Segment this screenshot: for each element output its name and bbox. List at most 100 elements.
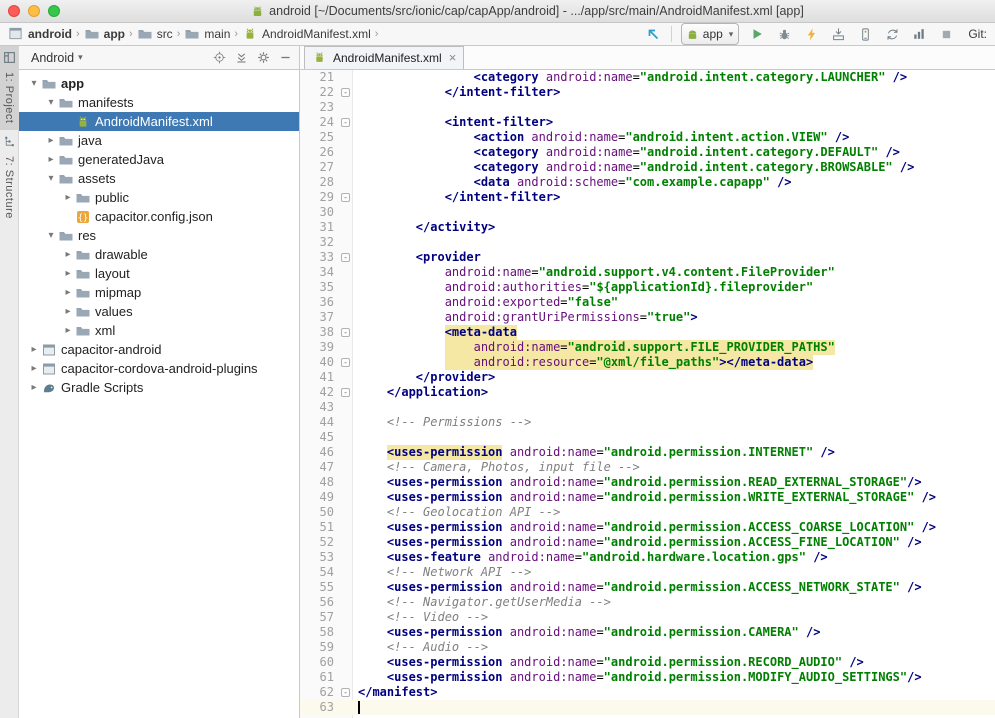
code-line-40[interactable]: 40- android:resource="@xml/file_paths"><… xyxy=(300,355,995,370)
tree-item-capacitor-cordova-android-plugins[interactable]: ▸capacitor-cordova-android-plugins xyxy=(19,359,299,378)
fold-marker-icon[interactable]: - xyxy=(339,85,352,100)
tree-item-capacitor-config-json[interactable]: {}capacitor.config.json xyxy=(19,207,299,226)
tree-item-xml[interactable]: ▸xml xyxy=(19,321,299,340)
tree-item-drawable[interactable]: ▸drawable xyxy=(19,245,299,264)
breadcrumb-item-androidmanifest-xml[interactable]: AndroidManifest.xml xyxy=(242,26,371,42)
code-line-38[interactable]: 38- <meta-data xyxy=(300,325,995,340)
chevron-down-icon[interactable]: ▾ xyxy=(44,230,58,241)
code-line-39[interactable]: 39 android:name="android.support.FILE_PR… xyxy=(300,340,995,355)
chevron-right-icon[interactable]: ▸ xyxy=(44,154,58,165)
code-line-42[interactable]: 42- </application> xyxy=(300,385,995,400)
git-branch-label[interactable]: Git: xyxy=(968,27,987,41)
code-line-52[interactable]: 52 <uses-permission android:name="androi… xyxy=(300,535,995,550)
code-editor[interactable]: 21 <category android:name="android.inten… xyxy=(300,70,995,718)
code-line-43[interactable]: 43 xyxy=(300,400,995,415)
select-opened-file-icon[interactable] xyxy=(212,50,227,65)
tree-item-app[interactable]: ▾app xyxy=(19,74,299,93)
code-line-51[interactable]: 51 <uses-permission android:name="androi… xyxy=(300,520,995,535)
code-line-59[interactable]: 59 <!-- Audio --> xyxy=(300,640,995,655)
chevron-right-icon[interactable]: ▸ xyxy=(27,382,41,393)
breadcrumb-item-app[interactable]: app xyxy=(84,26,125,42)
code-line-24[interactable]: 24- <intent-filter> xyxy=(300,115,995,130)
code-line-26[interactable]: 26 <category android:name="android.inten… xyxy=(300,145,995,160)
tree-item-capacitor-android[interactable]: ▸capacitor-android xyxy=(19,340,299,359)
tree-item-gradle-scripts[interactable]: ▸Gradle Scripts xyxy=(19,378,299,397)
close-tab-icon[interactable] xyxy=(449,52,457,64)
tool-window-button-7-structure[interactable]: 7: Structure xyxy=(0,130,18,226)
chevron-down-icon[interactable]: ▾ xyxy=(44,173,58,184)
chevron-down-icon[interactable]: ▾ xyxy=(27,78,41,89)
code-line-30[interactable]: 30 xyxy=(300,205,995,220)
tree-item-mipmap[interactable]: ▸mipmap xyxy=(19,283,299,302)
fold-marker-icon[interactable]: - xyxy=(339,190,352,205)
fold-marker-icon[interactable]: - xyxy=(339,385,352,400)
code-line-29[interactable]: 29- </intent-filter> xyxy=(300,190,995,205)
code-line-44[interactable]: 44 <!-- Permissions --> xyxy=(300,415,995,430)
avd-manager-icon[interactable] xyxy=(856,25,874,43)
run-button[interactable] xyxy=(748,25,766,43)
chevron-right-icon[interactable]: ▸ xyxy=(61,306,75,317)
tree-item-androidmanifest-xml[interactable]: AndroidManifest.xml xyxy=(19,112,299,131)
editor-tab[interactable]: AndroidManifest.xml xyxy=(304,46,464,69)
code-line-62[interactable]: 62-</manifest> xyxy=(300,685,995,700)
code-line-63[interactable]: 63 xyxy=(300,700,995,715)
fold-marker-icon[interactable]: - xyxy=(339,115,352,130)
chevron-right-icon[interactable]: ▸ xyxy=(61,325,75,336)
tree-item-layout[interactable]: ▸layout xyxy=(19,264,299,283)
hide-panel-icon[interactable] xyxy=(278,50,293,65)
chevron-right-icon[interactable]: ▸ xyxy=(61,249,75,260)
gear-icon[interactable] xyxy=(256,50,271,65)
code-line-54[interactable]: 54 <!-- Network API --> xyxy=(300,565,995,580)
back-arrow-icon[interactable] xyxy=(644,25,662,43)
code-line-23[interactable]: 23 xyxy=(300,100,995,115)
code-line-33[interactable]: 33- <provider xyxy=(300,250,995,265)
code-line-34[interactable]: 34 android:name="android.support.v4.cont… xyxy=(300,265,995,280)
code-line-60[interactable]: 60 <uses-permission android:name="androi… xyxy=(300,655,995,670)
code-line-21[interactable]: 21 <category android:name="android.inten… xyxy=(300,70,995,85)
zoom-window-button[interactable] xyxy=(48,5,60,17)
code-line-53[interactable]: 53 <uses-feature android:name="android.h… xyxy=(300,550,995,565)
run-config-select[interactable]: app ▾ xyxy=(681,23,740,45)
chevron-down-icon[interactable]: ▾ xyxy=(44,97,58,108)
code-line-31[interactable]: 31 </activity> xyxy=(300,220,995,235)
chevron-right-icon[interactable]: ▸ xyxy=(44,135,58,146)
code-line-28[interactable]: 28 <data android:scheme="com.example.cap… xyxy=(300,175,995,190)
code-line-55[interactable]: 55 <uses-permission android:name="androi… xyxy=(300,580,995,595)
code-line-56[interactable]: 56 <!-- Navigator.getUserMedia --> xyxy=(300,595,995,610)
fold-marker-icon[interactable]: - xyxy=(339,685,352,700)
code-line-48[interactable]: 48 <uses-permission android:name="androi… xyxy=(300,475,995,490)
tree-item-res[interactable]: ▾res xyxy=(19,226,299,245)
collapse-all-icon[interactable] xyxy=(234,50,249,65)
code-line-25[interactable]: 25 <action android:name="android.intent.… xyxy=(300,130,995,145)
project-view-selector[interactable]: Android ▾ xyxy=(31,51,83,65)
chevron-right-icon[interactable]: ▸ xyxy=(27,363,41,374)
code-line-36[interactable]: 36 android:exported="false" xyxy=(300,295,995,310)
tree-item-manifests[interactable]: ▾manifests xyxy=(19,93,299,112)
profiler-icon[interactable] xyxy=(910,25,928,43)
close-window-button[interactable] xyxy=(8,5,20,17)
tool-window-button-1-project[interactable]: 1: Project xyxy=(0,46,18,130)
tree-item-generatedjava[interactable]: ▸generatedJava xyxy=(19,150,299,169)
code-line-58[interactable]: 58 <uses-permission android:name="androi… xyxy=(300,625,995,640)
minimize-window-button[interactable] xyxy=(28,5,40,17)
apply-changes-icon[interactable] xyxy=(802,25,820,43)
code-line-41[interactable]: 41 </provider> xyxy=(300,370,995,385)
code-line-46[interactable]: 46 <uses-permission android:name="androi… xyxy=(300,445,995,460)
breadcrumb-item-main[interactable]: main xyxy=(184,26,230,42)
stop-icon[interactable] xyxy=(937,25,955,43)
chevron-right-icon[interactable]: ▸ xyxy=(61,192,75,203)
fold-marker-icon[interactable]: - xyxy=(339,355,352,370)
code-line-37[interactable]: 37 android:grantUriPermissions="true"> xyxy=(300,310,995,325)
code-line-32[interactable]: 32 xyxy=(300,235,995,250)
tree-item-public[interactable]: ▸public xyxy=(19,188,299,207)
tree-item-assets[interactable]: ▾assets xyxy=(19,169,299,188)
code-line-61[interactable]: 61 <uses-permission android:name="androi… xyxy=(300,670,995,685)
code-line-57[interactable]: 57 <!-- Video --> xyxy=(300,610,995,625)
fold-marker-icon[interactable]: - xyxy=(339,325,352,340)
gradle-sync-icon[interactable] xyxy=(883,25,901,43)
code-line-45[interactable]: 45 xyxy=(300,430,995,445)
chevron-right-icon[interactable]: ▸ xyxy=(61,287,75,298)
chevron-right-icon[interactable]: ▸ xyxy=(61,268,75,279)
tree-item-values[interactable]: ▸values xyxy=(19,302,299,321)
code-line-50[interactable]: 50 <!-- Geolocation API --> xyxy=(300,505,995,520)
